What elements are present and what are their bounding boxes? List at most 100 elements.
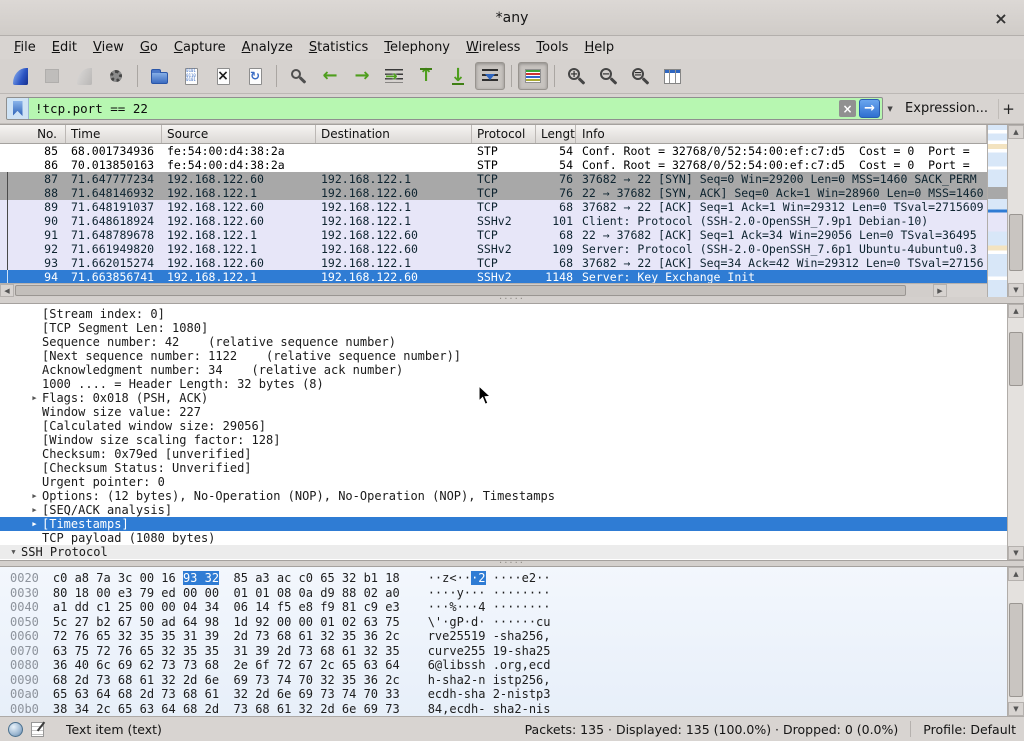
expand-arrow-icon[interactable]: ▶ [27, 503, 42, 517]
packet-row-89[interactable]: 8971.648191037192.168.122.60192.168.122.… [0, 200, 987, 214]
menu-edit[interactable]: Edit [44, 38, 85, 57]
display-filter-field[interactable]: × → [6, 97, 883, 120]
colorize-button[interactable] [518, 62, 548, 90]
packet-row-88[interactable]: 8871.648146932192.168.122.1192.168.122.6… [0, 186, 987, 200]
zoom-in-button[interactable] [561, 62, 591, 90]
detail-row[interactable]: [Stream index: 0] [0, 307, 1007, 321]
resize-columns-button[interactable] [657, 62, 687, 90]
scroll-down-arrow[interactable]: ▼ [1008, 283, 1024, 297]
column-header-time[interactable]: Time [66, 125, 162, 143]
packet-row-93[interactable]: 9371.662015274192.168.122.60192.168.122.… [0, 256, 987, 270]
hex-row[interactable]: 003080 18 00 e3 79 ed 00 00 01 01 08 0a … [0, 586, 1007, 601]
detail-row[interactable]: Window size value: 227 [0, 405, 1007, 419]
hscroll-thumb[interactable] [15, 285, 906, 296]
status-profile[interactable]: Profile: Default [923, 722, 1016, 737]
bytes-vscrollbar[interactable]: ▲ ▼ [1007, 567, 1024, 716]
go-forward-button[interactable] [347, 62, 377, 90]
menu-view[interactable]: View [85, 38, 132, 57]
detail-row[interactable]: 1000 .... = Header Length: 32 bytes (8) [0, 377, 1007, 391]
scroll-down-arrow[interactable]: ▼ [1008, 546, 1024, 560]
display-filter-input[interactable] [29, 101, 839, 116]
find-packet-button[interactable] [283, 62, 313, 90]
packet-list-hscrollbar[interactable]: ◀ ▶ [0, 283, 987, 297]
detail-row[interactable]: [Calculated window size: 29056] [0, 419, 1007, 433]
go-first-button[interactable] [411, 62, 441, 90]
menu-go[interactable]: Go [132, 38, 166, 57]
auto-scroll-button[interactable] [475, 62, 505, 90]
clear-filter-button[interactable]: × [839, 100, 856, 117]
scroll-up-arrow[interactable]: ▲ [1008, 125, 1024, 139]
detail-row[interactable]: [Window size scaling factor: 128] [0, 433, 1007, 447]
stop-capture-button[interactable] [37, 62, 67, 90]
packet-row-87[interactable]: 8771.647777234192.168.122.60192.168.122.… [0, 172, 987, 186]
menu-analyze[interactable]: Analyze [234, 38, 301, 57]
menu-wireless[interactable]: Wireless [458, 38, 528, 57]
packet-row-94[interactable]: 9471.663856741192.168.122.1192.168.122.6… [0, 270, 987, 283]
hex-row[interactable]: 00505c 27 b2 67 50 ad 64 98 1d 92 00 00 … [0, 615, 1007, 630]
menu-telephony[interactable]: Telephony [376, 38, 458, 57]
capture-comment-icon[interactable] [31, 722, 44, 737]
menu-statistics[interactable]: Statistics [301, 38, 376, 57]
filter-history-dropdown[interactable]: ▼ [883, 98, 897, 119]
column-header-protocol[interactable]: Protocol [472, 125, 536, 143]
packet-list-minimap[interactable] [987, 125, 1007, 297]
hex-row[interactable]: 00b038 34 2c 65 63 64 68 2d 73 68 61 32 … [0, 702, 1007, 717]
detail-row[interactable]: ▶Options: (12 bytes), No-Operation (NOP)… [0, 489, 1007, 503]
menu-file[interactable]: File [6, 38, 44, 57]
go-to-packet-button[interactable] [379, 62, 409, 90]
go-last-button[interactable] [443, 62, 473, 90]
scroll-right-arrow[interactable]: ▶ [933, 284, 947, 297]
menu-tools[interactable]: Tools [528, 38, 576, 57]
filter-bookmark-button[interactable] [7, 98, 29, 119]
vscroll-thumb[interactable] [1009, 603, 1023, 697]
packet-row-86[interactable]: 8670.013850163fe:54:00:d4:38:2aSTP54Conf… [0, 158, 987, 172]
column-header-source[interactable]: Source [162, 125, 316, 143]
reload-file-button[interactable] [240, 62, 270, 90]
detail-row[interactable]: ▶Flags: 0x018 (PSH, ACK) [0, 391, 1007, 405]
details-vscrollbar[interactable]: ▲ ▼ [1007, 304, 1024, 560]
restart-capture-button[interactable] [69, 62, 99, 90]
add-filter-button[interactable]: + [998, 99, 1018, 119]
go-back-button[interactable] [315, 62, 345, 90]
expression-button[interactable]: Expression... [897, 101, 996, 116]
scroll-up-arrow[interactable]: ▲ [1008, 304, 1024, 318]
expand-arrow-icon[interactable]: ▶ [27, 517, 42, 531]
packet-list-vscrollbar[interactable]: ▲ ▼ [1007, 125, 1024, 297]
column-header-no[interactable]: No. [0, 125, 66, 143]
detail-row[interactable]: Urgent pointer: 0 [0, 475, 1007, 489]
expert-info-icon[interactable] [8, 722, 23, 737]
column-header-destination[interactable]: Destination [316, 125, 472, 143]
detail-row[interactable]: ▼SSH Protocol [0, 545, 1007, 559]
column-header-info[interactable]: Info [576, 125, 987, 143]
scroll-up-arrow[interactable]: ▲ [1008, 567, 1024, 581]
scroll-down-arrow[interactable]: ▼ [1008, 702, 1024, 716]
zoom-reset-button[interactable] [625, 62, 655, 90]
hex-row[interactable]: 0040a1 dd c1 25 00 00 04 34 06 14 f5 e8 … [0, 600, 1007, 615]
packet-row-90[interactable]: 9071.648618924192.168.122.60192.168.122.… [0, 214, 987, 228]
apply-filter-button[interactable]: → [859, 99, 880, 118]
close-file-button[interactable] [208, 62, 238, 90]
open-file-button[interactable] [144, 62, 174, 90]
menu-capture[interactable]: Capture [166, 38, 234, 57]
detail-row[interactable]: [Checksum Status: Unverified] [0, 461, 1007, 475]
collapse-arrow-icon[interactable]: ▼ [6, 545, 21, 559]
detail-row[interactable]: TCP payload (1080 bytes) [0, 531, 1007, 545]
hex-row[interactable]: 00a065 63 64 68 2d 73 68 61 32 2d 6e 69 … [0, 687, 1007, 702]
expand-arrow-icon[interactable]: ▶ [27, 559, 42, 560]
detail-row[interactable]: Sequence number: 42 (relative sequence n… [0, 335, 1007, 349]
detail-row[interactable]: Acknowledgment number: 34 (relative ack … [0, 363, 1007, 377]
menu-help[interactable]: Help [576, 38, 622, 57]
hex-row[interactable]: 007063 75 72 76 65 32 35 35 31 39 2d 73 … [0, 644, 1007, 659]
column-header-length[interactable]: Length [536, 125, 576, 143]
vscroll-thumb[interactable] [1009, 332, 1023, 387]
save-file-button[interactable] [176, 62, 206, 90]
vscroll-thumb[interactable] [1009, 214, 1023, 272]
detail-row[interactable]: [Next sequence number: 1122 (relative se… [0, 349, 1007, 363]
expand-arrow-icon[interactable]: ▶ [27, 391, 42, 405]
detail-row[interactable]: Checksum: 0x79ed [unverified] [0, 447, 1007, 461]
hex-row[interactable]: 008036 40 6c 69 62 73 73 68 2e 6f 72 67 … [0, 658, 1007, 673]
packet-row-85[interactable]: 8568.001734936fe:54:00:d4:38:2aSTP54Conf… [0, 144, 987, 158]
hex-row[interactable]: 0020c0 a8 7a 3c 00 16 93 32 85 a3 ac c0 … [0, 571, 1007, 586]
hex-row[interactable]: 006072 76 65 32 35 35 31 39 2d 73 68 61 … [0, 629, 1007, 644]
hex-row[interactable]: 009068 2d 73 68 61 32 2d 6e 69 73 74 70 … [0, 673, 1007, 688]
